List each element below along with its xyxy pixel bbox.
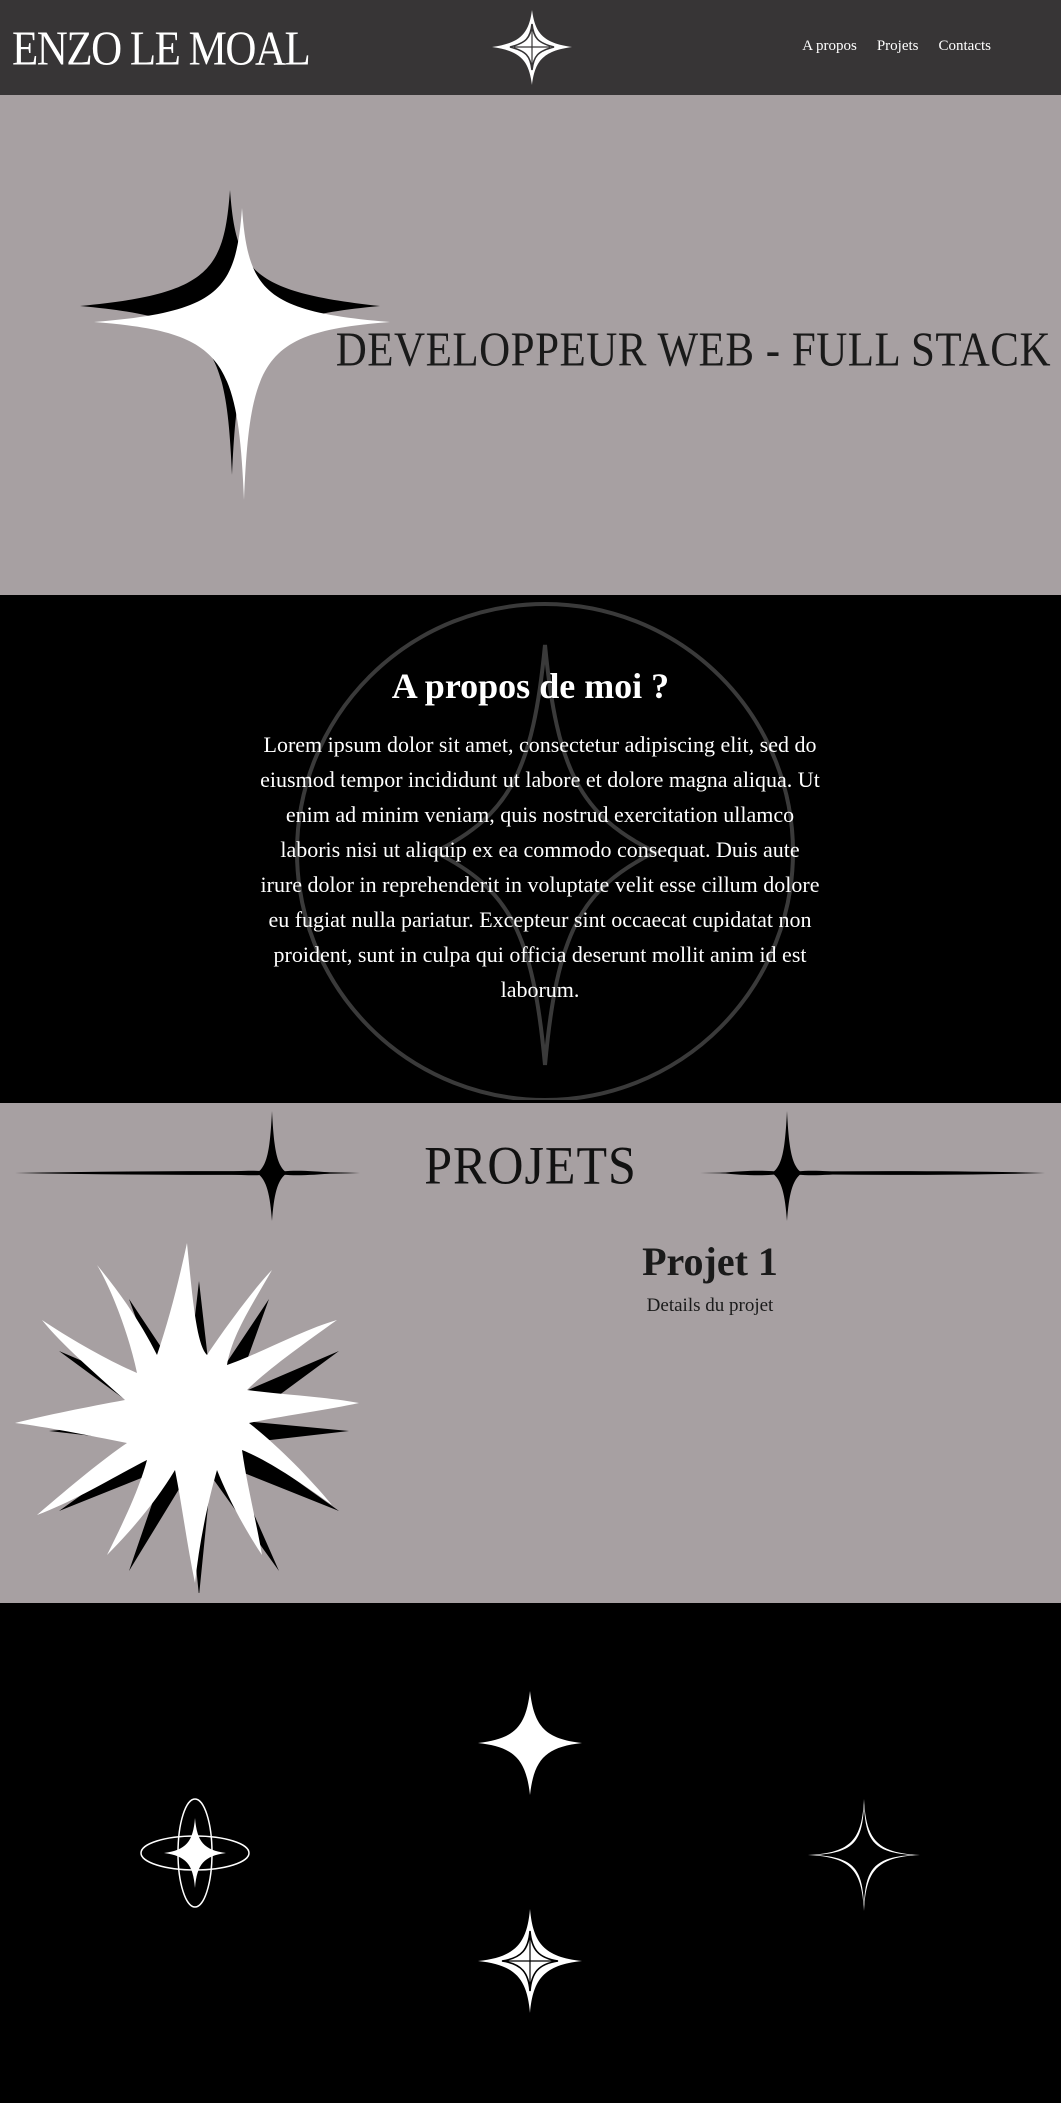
- project-card[interactable]: Projet 1 Details du projet: [560, 1238, 860, 1317]
- projects-title: PROJETS: [424, 1134, 637, 1196]
- starburst-icon: [15, 1243, 359, 1593]
- nav-link-projects[interactable]: Projets: [877, 38, 919, 55]
- compass-star-icon: [478, 1909, 582, 2013]
- footer-section: [0, 1603, 1061, 2103]
- brand-logo[interactable]: ENZO LE MOAL: [12, 22, 311, 77]
- four-point-star-icon: [478, 1691, 582, 1795]
- hero-title: DEVELOPPEUR WEB - FULL STACK: [335, 324, 1051, 377]
- projects-section: PROJETS Projet 1 Details du projet: [0, 1103, 1061, 1603]
- orbit-star-icon: [140, 1798, 250, 1908]
- nav-link-about[interactable]: A propos: [802, 38, 857, 55]
- project-name: Projet 1: [642, 1239, 778, 1284]
- project-details: Details du projet: [646, 1295, 774, 1316]
- about-section: A propos de moi ? Lorem ipsum dolor sit …: [0, 595, 1061, 1103]
- hero-section: DEVELOPPEUR WEB - FULL STACK: [0, 95, 1061, 595]
- about-text: Lorem ipsum dolor sit amet, consectetur …: [260, 732, 820, 1002]
- nav-link-contacts[interactable]: Contacts: [939, 38, 992, 55]
- about-title: A propos de moi ?: [391, 666, 670, 706]
- thin-star-outline-icon: [808, 1799, 920, 1911]
- site-header: ENZO LE MOAL A propos Projets Contacts: [0, 0, 1061, 95]
- main-nav: A propos Projets Contacts: [802, 38, 991, 55]
- sparkle-icon: [492, 10, 572, 85]
